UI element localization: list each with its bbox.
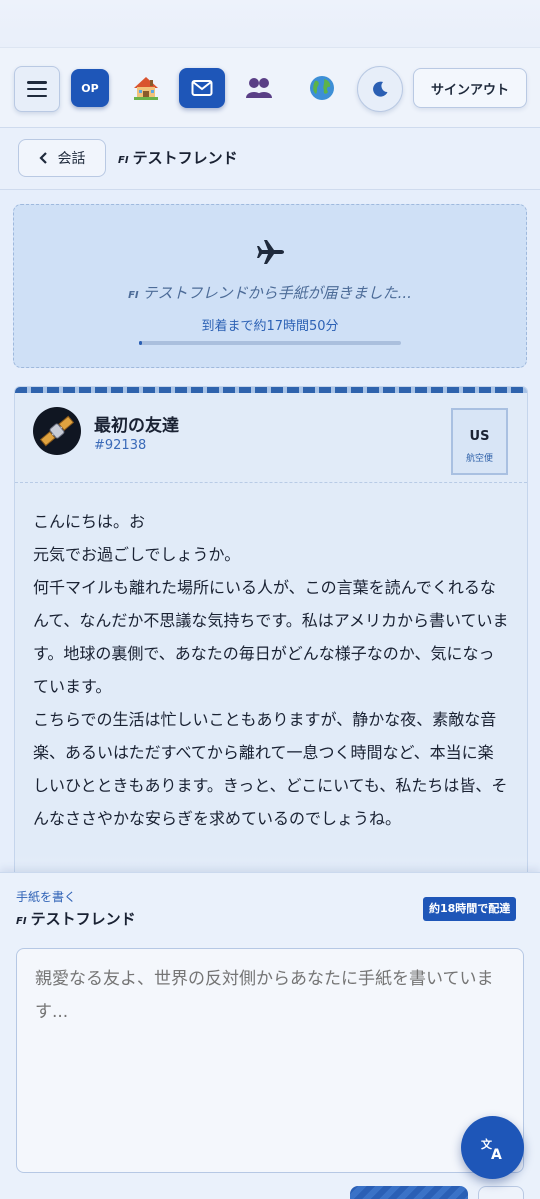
top-navbar: OP サインアウト: [0, 48, 540, 128]
recipient-name: テストフレンド: [30, 910, 136, 928]
chevron-left-icon: [38, 152, 47, 164]
profile-op-button[interactable]: OP: [71, 69, 109, 107]
arrival-eta: 到着まで約17時間50分: [201, 319, 339, 334]
transit-flag-code: FI: [128, 290, 139, 301]
conversation-header: 会話 FI テストフレンド: [0, 128, 540, 190]
sign-out-label: サインアウト: [430, 82, 509, 98]
house-icon: [134, 77, 158, 100]
compose-label: 手紙を書く: [16, 890, 77, 904]
secondary-action-button[interactable]: [478, 1186, 524, 1199]
postage-stamp: US 航空便: [451, 408, 508, 475]
letter-compose-input[interactable]: [16, 948, 524, 1173]
friends-button[interactable]: [240, 68, 278, 108]
letter-body: こんにちは。お 元気でお過ごしでしょうか。 何千マイルも離れた場所にいる人が、こ…: [15, 483, 527, 835]
country-flag-code: FI: [118, 155, 129, 166]
conversation-title: FI テストフレンド: [118, 147, 238, 168]
satellite-icon: [39, 415, 75, 447]
globe-button[interactable]: [303, 68, 341, 108]
compose-panel: 手紙を書く FI テストフレンド 約18時間で配達: [0, 872, 540, 1199]
back-to-conversations-button[interactable]: 会話: [18, 139, 106, 177]
delivery-progress-bar: [139, 341, 401, 345]
translate-icon: 文 A: [481, 1137, 502, 1161]
svg-text:A: A: [491, 1147, 502, 1161]
transit-message: FI テストフレンドから手紙が届きました...: [14, 282, 526, 303]
delivery-progress-fill: [139, 341, 142, 345]
friend-name: テストフレンド: [132, 149, 238, 167]
recipient-flag-code: FI: [16, 916, 27, 927]
profile-op-label: OP: [81, 81, 99, 95]
delivery-time-badge: 約18時間で配達: [423, 897, 517, 921]
letter-header: 最初の友達 #92138 US 航空便: [15, 393, 527, 483]
compose-recipient: FI テストフレンド: [16, 908, 136, 929]
hamburger-menu-icon: [27, 81, 47, 97]
sign-out-button[interactable]: サインアウト: [413, 68, 527, 108]
transit-message-text: テストフレンドから手紙が届きました...: [142, 284, 412, 302]
translate-button[interactable]: 文 A: [461, 1116, 524, 1179]
mail-button[interactable]: [179, 68, 225, 108]
theme-toggle-button[interactable]: [357, 66, 403, 112]
back-label: 会話: [57, 151, 86, 167]
letter-title: 最初の友達: [94, 416, 179, 436]
avatar: [33, 407, 81, 455]
globe-icon: [310, 76, 334, 100]
letter-paragraph: 何千マイルも離れた場所にいる人が、この言葉を読んでくれるなんて、なんだか不思議な…: [33, 578, 509, 696]
menu-button[interactable]: [14, 66, 60, 112]
stamp-label: 航空便: [465, 454, 493, 464]
status-area: [0, 0, 540, 48]
send-letter-button[interactable]: [350, 1186, 468, 1199]
letter-paragraph: 元気でお過ごしでしょうか。: [33, 545, 241, 564]
stamp-country-code: US: [469, 429, 490, 444]
people-icon: [246, 78, 272, 98]
home-button[interactable]: [127, 68, 165, 108]
envelope-icon: [191, 80, 213, 96]
letter-paragraph: こんにちは。お: [33, 512, 146, 531]
moon-icon: [373, 81, 388, 97]
airplane-icon: [257, 240, 284, 264]
letter-card[interactable]: 最初の友達 #92138 US 航空便 こんにちは。お 元気でお過ごしでしょうか…: [14, 386, 528, 886]
letter-id: #92138: [94, 438, 147, 453]
letter-paragraph: こちらでの生活は忙しいこともありますが、静かな夜、素敵な音楽、あるいはただすべて…: [33, 710, 508, 828]
